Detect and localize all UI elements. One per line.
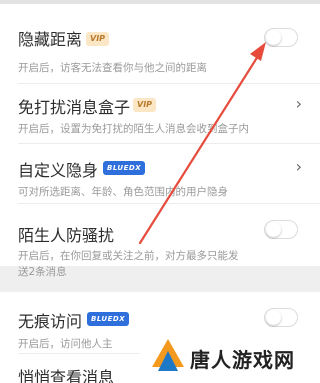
- bluedx-badge: BLUEDX: [87, 312, 130, 326]
- watermark: 唐人游戏网: [140, 331, 320, 383]
- chevron-right-icon: ›: [295, 94, 302, 113]
- trace-free-title: 无痕访问: [18, 312, 83, 331]
- dnd-box-desc: 开启后，设置为免打扰的陌生人消息会收到盒子内: [18, 123, 249, 135]
- hide-distance-toggle[interactable]: [264, 28, 298, 47]
- toggle-knob: [266, 30, 281, 45]
- vip-badge: VIP: [133, 98, 157, 112]
- watermark-logo-icon: [152, 339, 184, 371]
- privacy-settings-section: 隐藏距离 VIP 开启后，访客无法查看你与他之间的距离 免打扰消息盒子 VIP …: [0, 4, 320, 278]
- setting-dnd-box[interactable]: 免打扰消息盒子 VIP › 开启后，设置为免打扰的陌生人消息会收到盒子内: [0, 84, 320, 144]
- cut-off-title: 悄悄查看消息: [18, 368, 115, 383]
- trace-free-desc: 开启后，访问他人主: [18, 338, 113, 350]
- toggle-knob: [266, 222, 281, 237]
- bluedx-badge: BLUEDX: [103, 161, 146, 175]
- dnd-box-title: 免打扰消息盒子: [18, 98, 131, 117]
- custom-hide-title: 自定义隐身: [18, 161, 99, 180]
- hide-distance-title: 隐藏距离: [18, 30, 83, 49]
- hide-distance-desc: 开启后，访客无法查看你与他之间的距离: [18, 62, 207, 74]
- stranger-guard-toggle[interactable]: [264, 220, 298, 239]
- setting-hide-distance: 隐藏距离 VIP 开启后，访客无法查看你与他之间的距离: [0, 4, 320, 84]
- setting-stranger-guard: 陌生人防骚扰 开启后，在你回复或关注之前，对方最多只能发 送2条消息: [0, 204, 320, 278]
- setting-custom-hide[interactable]: 自定义隐身 BLUEDX › 可对所选距离、年龄、角色范围内的用户隐身: [0, 144, 320, 204]
- vip-badge: VIP: [86, 32, 110, 46]
- toggle-knob: [266, 310, 281, 325]
- custom-hide-desc: 可对所选距离、年龄、角色范围内的用户隐身: [18, 186, 228, 198]
- chevron-right-icon: ›: [295, 157, 302, 176]
- stranger-guard-desc-line1: 开启后，在你回复或关注之前，对方最多只能发: [18, 250, 239, 262]
- trace-free-toggle[interactable]: [264, 308, 298, 327]
- watermark-text: 唐人游戏网: [190, 348, 295, 372]
- stranger-guard-title: 陌生人防骚扰: [18, 226, 115, 245]
- stranger-guard-desc-line2: 送2条消息: [18, 266, 67, 278]
